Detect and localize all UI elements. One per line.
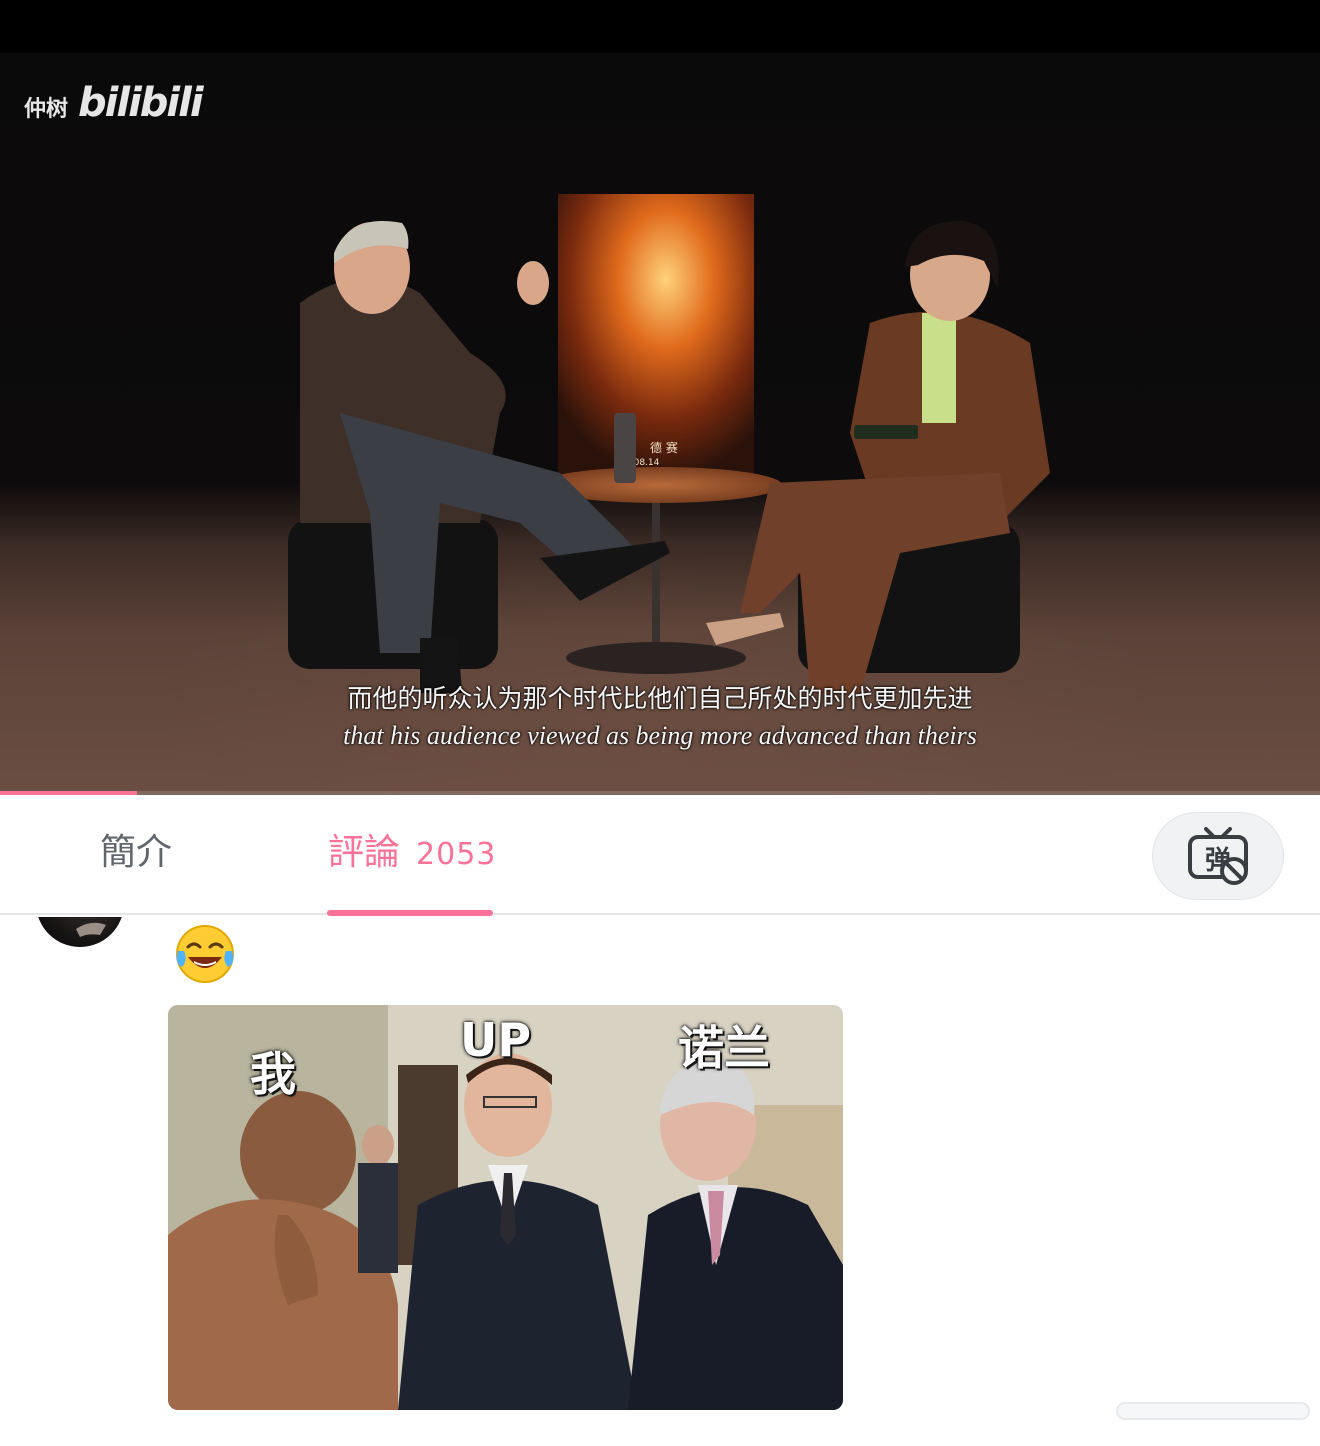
watermark-brand-logo: bilibili [78, 80, 204, 126]
comment-image[interactable]: 我 UP 诺兰 [168, 1005, 843, 1410]
scroll-indicator[interactable] [1116, 1402, 1310, 1420]
tab-intro[interactable]: 簡介 [100, 831, 172, 875]
comment-count: 2053 [416, 837, 497, 872]
danmaku-off-icon: 弹 [1188, 827, 1248, 885]
active-tab-indicator [327, 910, 493, 916]
comment-item: 😂 我 UP [0, 917, 1320, 1446]
tab-comments-label: 評論 [328, 832, 401, 873]
watermark-user: 仲树 [24, 97, 69, 122]
meme-label-nolan: 诺兰 [678, 1021, 770, 1075]
laughing-emoji-icon [176, 925, 234, 983]
tab-comments[interactable]: 評論 2053 [328, 831, 496, 877]
status-bar [0, 0, 1320, 53]
meme-label-up: UP [460, 1013, 532, 1067]
meme-label-me: 我 [250, 1047, 296, 1101]
bilibili-watermark: 仲树 bilibili [24, 80, 204, 126]
danmaku-toggle-button[interactable]: 弹 [1152, 812, 1284, 900]
poster-title: 德 赛 [650, 440, 678, 455]
subtitle-chinese: 而他的听众认为那个时代比他们自己所处的时代更加先进 [347, 684, 973, 713]
video-player[interactable]: 德 赛 6.08.14 仲树 bilibili 而他的听众认为那个时代比他们自己… [0, 53, 1320, 795]
tab-bar: 簡介 評論 2053 弹 [0, 795, 1320, 916]
subtitle-english: that his audience viewed as being more a… [343, 721, 977, 750]
movie-poster [558, 194, 754, 478]
avatar[interactable] [36, 917, 124, 947]
